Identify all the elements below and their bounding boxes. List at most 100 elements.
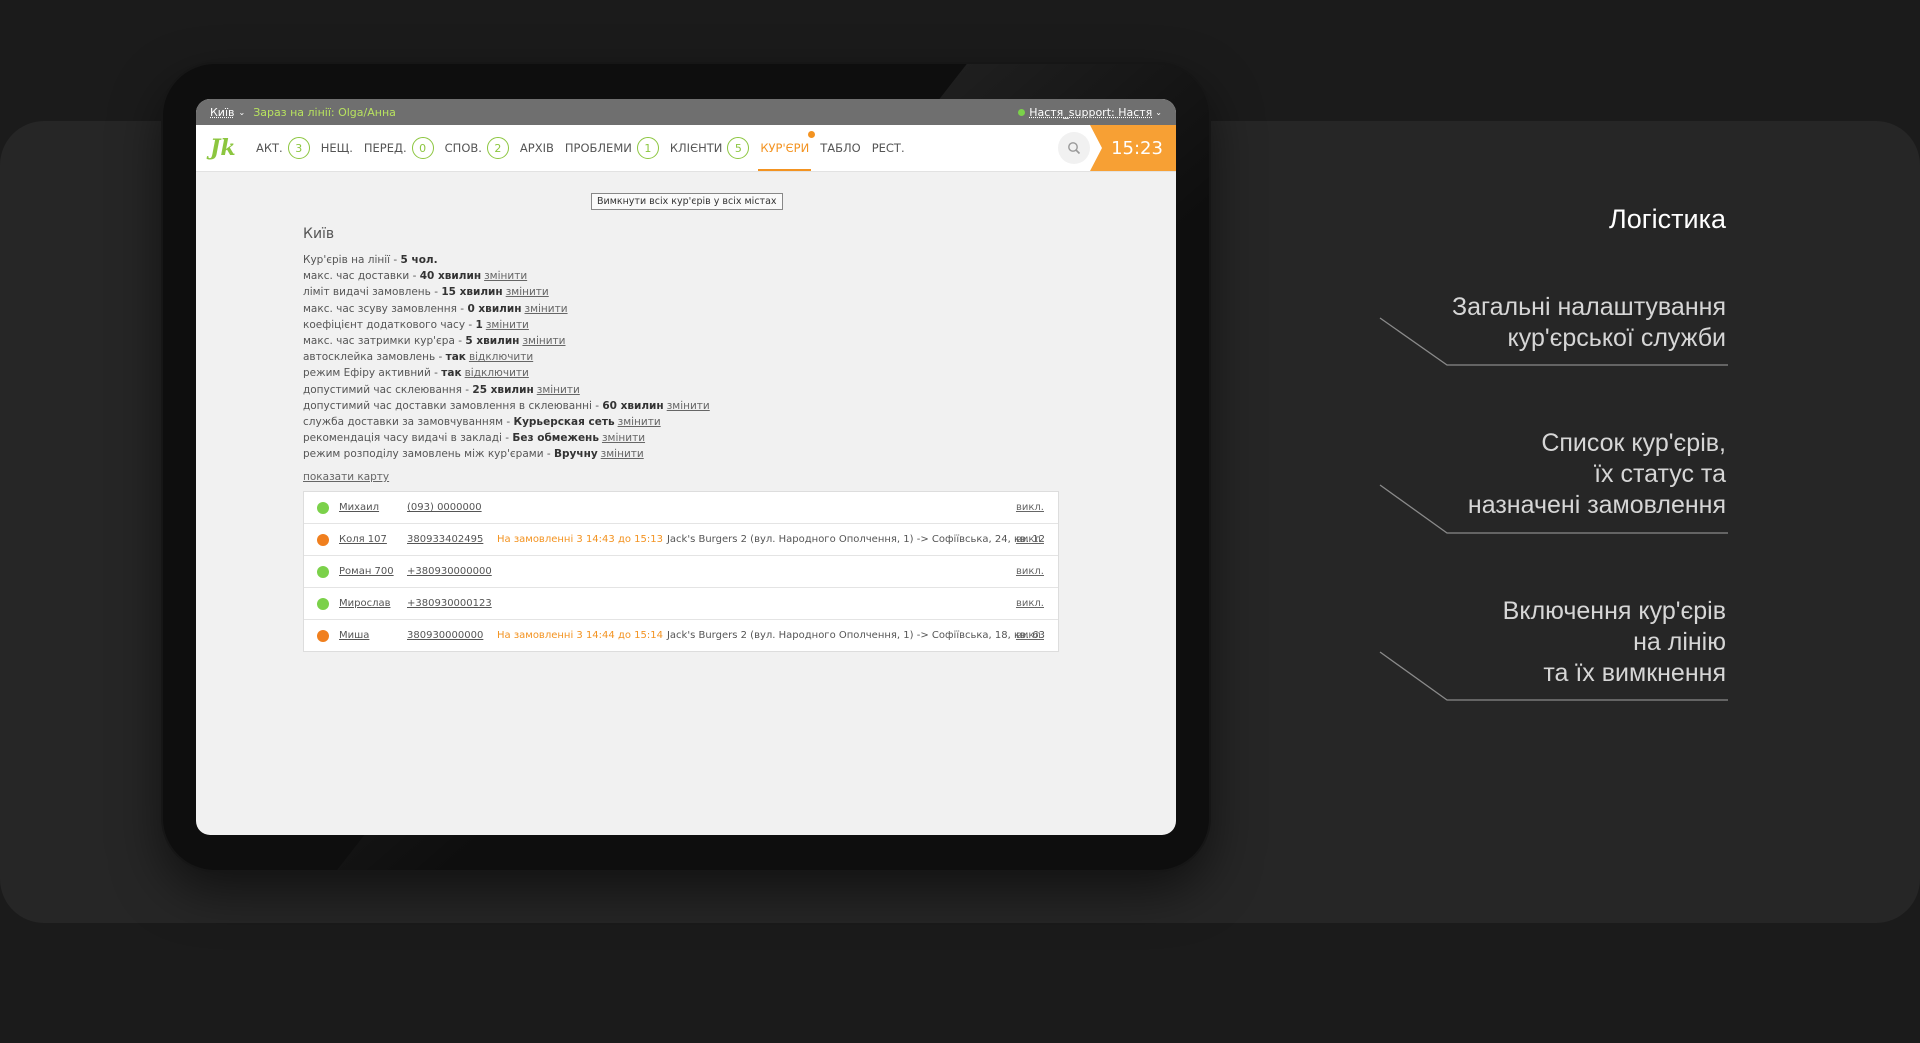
courier-row: Мирослав +380930000123 викл. [304, 588, 1058, 620]
setting-value: 25 хвилин [472, 383, 534, 396]
setting-value: 5 чол. [400, 254, 438, 266]
setting-value: 5 хвилин [465, 335, 520, 348]
setting-value: 0 хвилин [467, 302, 522, 315]
setting-row: макс. час затримки кур'єра - 5 хвилин змі… [303, 333, 710, 349]
setting-action-link[interactable]: змінити [506, 286, 549, 298]
setting-action-link[interactable]: змінити [486, 319, 529, 331]
setting-action-link[interactable]: змінити [522, 335, 565, 347]
setting-action-link[interactable]: змінити [667, 400, 710, 412]
tab-8[interactable]: ТАБЛО [820, 141, 860, 155]
courier-phone-link[interactable]: (093) 0000000 [407, 502, 497, 513]
tab-5[interactable]: ПРОБЛЕМИ 1 [565, 137, 659, 159]
connector-settings [1379, 317, 1728, 366]
courier-row: Михаил (093) 0000000 викл. [304, 492, 1058, 524]
courier-row: Роман 700 +380930000000 викл. [304, 556, 1058, 588]
courier-disable-link[interactable]: викл. [1016, 566, 1044, 577]
setting-row: автосклейка замовлень - так відключити [303, 349, 710, 365]
setting-value: так [441, 367, 462, 380]
setting-action-link[interactable]: змінити [618, 416, 661, 428]
setting-row: режим Ефіру активний - так відключити [303, 365, 710, 381]
courier-phone-link[interactable]: +380930000000 [407, 566, 497, 577]
annotations-title: Логістика [1609, 204, 1726, 234]
app-screen: Київ ⌄ Зараз на лінії: Olga/Анна Настя_s… [196, 99, 1176, 835]
setting-action-link[interactable]: відключити [465, 367, 529, 379]
courier-name-link[interactable]: Мирослав [339, 598, 407, 609]
setting-value: так [445, 351, 466, 364]
tab-count-badge: 1 [636, 137, 659, 159]
setting-label: ліміт видачі замовлень - [303, 286, 442, 299]
setting-label: допустимий час склеювання - [303, 383, 473, 396]
tab-6[interactable]: КЛІЄНТИ 5 [670, 137, 750, 159]
tab-label: НЕЩ. [320, 141, 353, 155]
courier-disable-link[interactable]: викл. [1016, 534, 1044, 545]
tab-2[interactable]: ПЕРЕД. 0 [364, 137, 434, 159]
tab-4[interactable]: АРХІВ [520, 141, 554, 155]
setting-value: 40 хвилин [419, 270, 482, 283]
courier-name-link[interactable]: Михаил [339, 502, 407, 513]
connector-enable-couriers [1379, 651, 1728, 701]
show-map-link[interactable]: показати карту [303, 471, 389, 483]
courier-disable-link[interactable]: викл. [1016, 502, 1044, 513]
tab-0[interactable]: АКТ. 3 [256, 137, 310, 159]
main-nav: Jk АКТ. 3 НЕЩ. ПЕРЕД. 0 СПОВ. 2 АРХІВ ПРОБЛЕМИ 1 К… [196, 125, 1176, 172]
connector-courier-list [1379, 484, 1728, 534]
setting-action-link[interactable]: відключити [469, 351, 533, 363]
setting-value: Курьерская сеть [513, 416, 615, 429]
tab-9[interactable]: РЕСТ. [872, 141, 905, 155]
tab-label: ТАБЛО [820, 141, 861, 155]
tab-count-badge: 0 [411, 137, 434, 159]
online-operators: Зараз на лінії: Olga/Анна [253, 105, 396, 119]
setting-label: макс. час зсуву замовлення - [303, 302, 468, 315]
courier-status-dot [317, 597, 329, 610]
courier-disable-link[interactable]: викл. [1016, 598, 1044, 609]
setting-action-link[interactable]: змінити [484, 270, 527, 282]
courier-list: Михаил (093) 0000000 викл. Коля 107 38093340… [303, 491, 1059, 652]
tab-1[interactable]: НЕЩ. [321, 141, 353, 155]
user-menu[interactable]: Настя_support: Настя [1029, 106, 1152, 119]
courier-status-dot [317, 501, 329, 514]
setting-row: коефіцієнт додаткового часу - 1 змінити [303, 317, 710, 333]
tab-count-badge: 3 [287, 137, 310, 159]
setting-row: допустимий час склеювання - 25 хвилин змі… [303, 382, 710, 398]
setting-label: служба доставки за замовчуванням - [303, 416, 514, 429]
courier-phone-link[interactable]: +380930000123 [407, 598, 497, 609]
setting-action-link[interactable]: змінити [601, 448, 644, 460]
setting-label: коефіцієнт додаткового часу - [303, 318, 476, 331]
setting-action-link[interactable]: змінити [602, 432, 645, 444]
setting-label: режим розподілу замовлень між кур'єрами … [303, 448, 554, 461]
setting-value: Вручну [554, 448, 598, 461]
clock: 15:23 [1090, 125, 1176, 171]
logo[interactable]: Jk [210, 133, 240, 163]
tab-label: СПОВ. [444, 141, 482, 155]
tab-label: КЛІЄНТИ [669, 141, 723, 155]
tab-7[interactable]: КУР'ЄРИ [758, 131, 816, 171]
setting-row: Кур'єрів на лінії - 5 чол. [303, 252, 710, 268]
courier-name-link[interactable]: Коля 107 [339, 534, 407, 545]
tab-count-badge: 2 [486, 137, 509, 159]
setting-label: режим Ефіру активний - [303, 367, 442, 380]
setting-row: служба доставки за замовчуванням - Курье… [303, 414, 710, 430]
courier-disable-link[interactable]: викл. [1016, 630, 1044, 641]
setting-action-link[interactable]: змінити [524, 303, 567, 315]
chevron-down-icon[interactable]: ⌄ [239, 108, 246, 117]
tab-label: АКТ. [256, 141, 283, 155]
tab-3[interactable]: СПОВ. 2 [445, 137, 509, 159]
courier-settings: Кур'єрів на лінії - 5 чол. макс. час дост… [303, 252, 710, 463]
setting-row: режим розподілу замовлень між кур'єрами … [303, 446, 710, 462]
city-selector[interactable]: Київ [210, 106, 235, 119]
courier-phone-link[interactable]: 380933402495 [407, 534, 497, 545]
setting-action-link[interactable]: змінити [537, 384, 580, 396]
courier-name-link[interactable]: Роман 700 [339, 566, 407, 577]
courier-status-dot [317, 565, 329, 578]
courier-name-link[interactable]: Миша [339, 630, 407, 641]
setting-row: ліміт видачі замовлень - 15 хвилин змінит… [303, 284, 710, 300]
courier-phone-link[interactable]: 380930000000 [407, 630, 497, 641]
setting-value: Без обмежень [512, 432, 599, 445]
chevron-down-icon[interactable]: ⌄ [1155, 108, 1162, 117]
setting-row: макс. час доставки - 40 хвилин змінити [303, 268, 710, 284]
courier-status-dot [317, 629, 329, 642]
disable-all-couriers-button[interactable]: Вимкнути всіх кур'єрів у всіх містах [591, 193, 783, 210]
tab-label: ПЕРЕД. [363, 141, 407, 155]
setting-label: автосклейка замовлень - [303, 351, 446, 364]
search-button[interactable] [1058, 132, 1090, 164]
